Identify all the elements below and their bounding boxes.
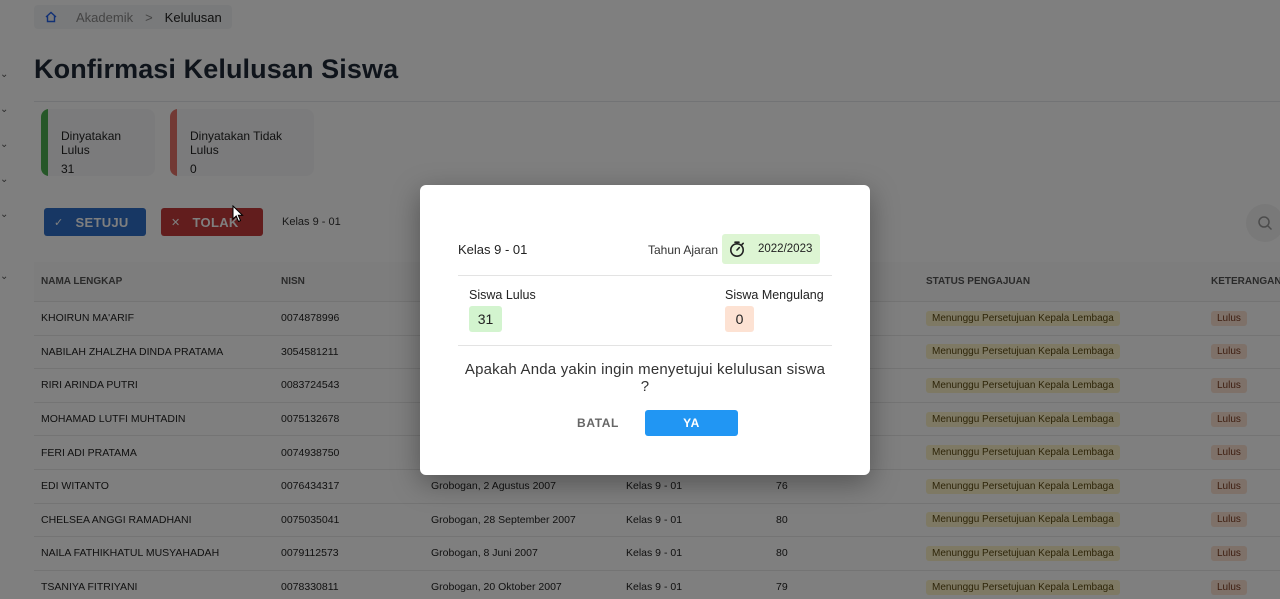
dialog-year-label: Tahun Ajaran xyxy=(648,243,719,257)
dialog-year-value: 2022/2023 xyxy=(758,243,813,255)
page: ⌄ ⌄ ⌄ ⌄ ⌄ ⌄ Akademik > Kelulusan Konfirm… xyxy=(0,0,1280,599)
dialog-question-mark: ? xyxy=(640,378,650,395)
dialog-year-badge: 2022/2023 xyxy=(722,234,820,264)
dialog-passed-value: 31 xyxy=(469,306,502,332)
dialog-question: Apakah Anda yakin ingin menyetujui kelul… xyxy=(456,361,834,395)
dialog-divider xyxy=(458,345,832,346)
dialog-class-name: Kelas 9 - 01 xyxy=(458,242,528,257)
dialog-repeat-label: Siswa Mengulang xyxy=(725,288,824,302)
dialog-repeat-value: 0 xyxy=(725,306,754,332)
dialog-passed-label: Siswa Lulus xyxy=(469,288,536,302)
cancel-button[interactable]: BATAL xyxy=(570,410,626,436)
confirm-button[interactable]: YA xyxy=(645,410,738,436)
mouse-cursor-icon xyxy=(232,205,244,223)
stopwatch-icon xyxy=(730,241,744,257)
confirm-dialog: Kelas 9 - 01 Tahun Ajaran 2022/2023 Sisw… xyxy=(420,185,870,475)
dialog-divider xyxy=(458,275,832,276)
dialog-question-line: Apakah Anda yakin ingin menyetujui kelul… xyxy=(464,361,826,378)
